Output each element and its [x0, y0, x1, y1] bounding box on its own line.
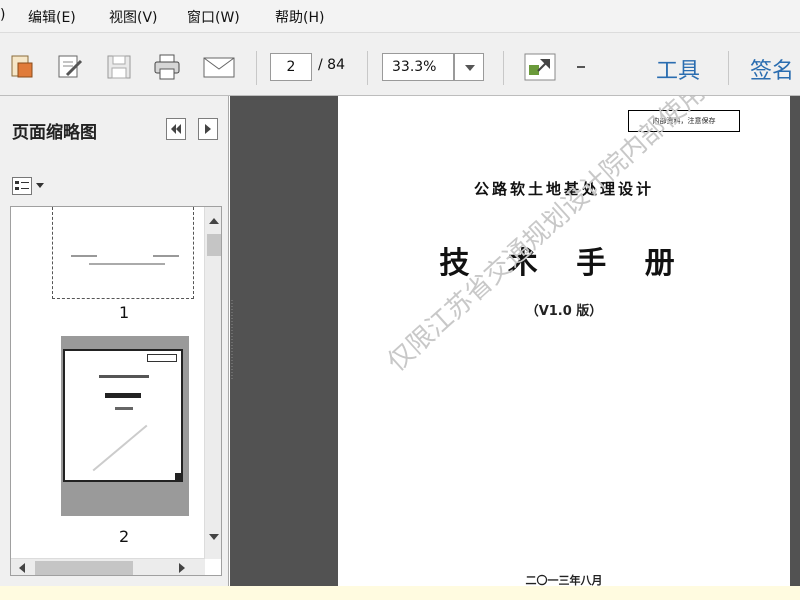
email-icon[interactable]	[202, 53, 235, 81]
tools-button[interactable]: 工具	[656, 53, 700, 85]
thumbnail-vertical-scrollbar[interactable]	[204, 207, 221, 559]
create-pdf-icon[interactable]	[8, 53, 38, 81]
menu-bar: ) 编辑(E) 视图(V) 窗口(W) 帮助(H)	[0, 0, 800, 32]
toolbar-separator	[503, 51, 504, 85]
menu-window[interactable]: 窗口(W)	[187, 7, 240, 27]
thumbnail-page-number: 1	[119, 303, 130, 322]
page-total-label: / 84	[318, 57, 345, 73]
toolbar: 2 / 84 33.3% 工具 签名	[0, 32, 800, 96]
thumbnail-horizontal-scrollbar[interactable]	[11, 558, 205, 575]
status-bar	[0, 586, 800, 600]
chevron-down-icon[interactable]	[36, 183, 44, 188]
menu-help[interactable]: 帮助(H)	[275, 7, 324, 27]
document-main-title: 技 术 手 册	[439, 246, 689, 281]
edit-doc-icon[interactable]	[55, 53, 85, 81]
zoom-input[interactable]: 33.3%	[382, 53, 454, 81]
document-page: 内部资料，注意保存 公路软土地基处理设计 技 术 手 册 （V1.0 版） 仅限…	[338, 96, 790, 586]
thumbnail-options-icon[interactable]	[12, 177, 32, 195]
document-date: 二〇一三年八月	[525, 574, 603, 586]
fullscreen-icon[interactable]	[524, 53, 556, 81]
document-version: （V1.0 版）	[525, 304, 603, 319]
page-number-input[interactable]: 2	[270, 53, 312, 81]
expand-panel-button[interactable]	[198, 118, 218, 140]
thumbnail-page-preview	[63, 349, 183, 482]
thumbnail-panel: 页面缩略图 1 2	[0, 96, 229, 586]
save-icon[interactable]	[104, 53, 134, 81]
menu-edit[interactable]: 编辑(E)	[28, 7, 76, 27]
zoom-dropdown-button[interactable]	[454, 53, 484, 81]
thumbnail-list[interactable]: 1 2	[10, 206, 222, 576]
print-icon[interactable]	[152, 53, 182, 81]
thumbnail-page-1[interactable]	[52, 207, 194, 299]
menu-file-partial[interactable]: )	[0, 7, 5, 23]
collapse-panel-button[interactable]	[166, 118, 186, 140]
menu-view[interactable]: 视图(V)	[109, 7, 158, 27]
panel-splitter-handle[interactable]	[229, 300, 235, 380]
thumbnail-page-number: 2	[119, 527, 130, 546]
panel-title: 页面缩略图	[12, 123, 97, 143]
thumbnail-page-preview	[61, 207, 185, 293]
thumbnail-page-2[interactable]	[61, 336, 189, 516]
toolbar-separator	[367, 51, 368, 85]
dropdown-arrow-icon[interactable]	[574, 53, 588, 81]
sign-button[interactable]: 签名	[750, 53, 794, 85]
toolbar-separator	[728, 51, 729, 85]
toolbar-separator	[256, 51, 257, 85]
